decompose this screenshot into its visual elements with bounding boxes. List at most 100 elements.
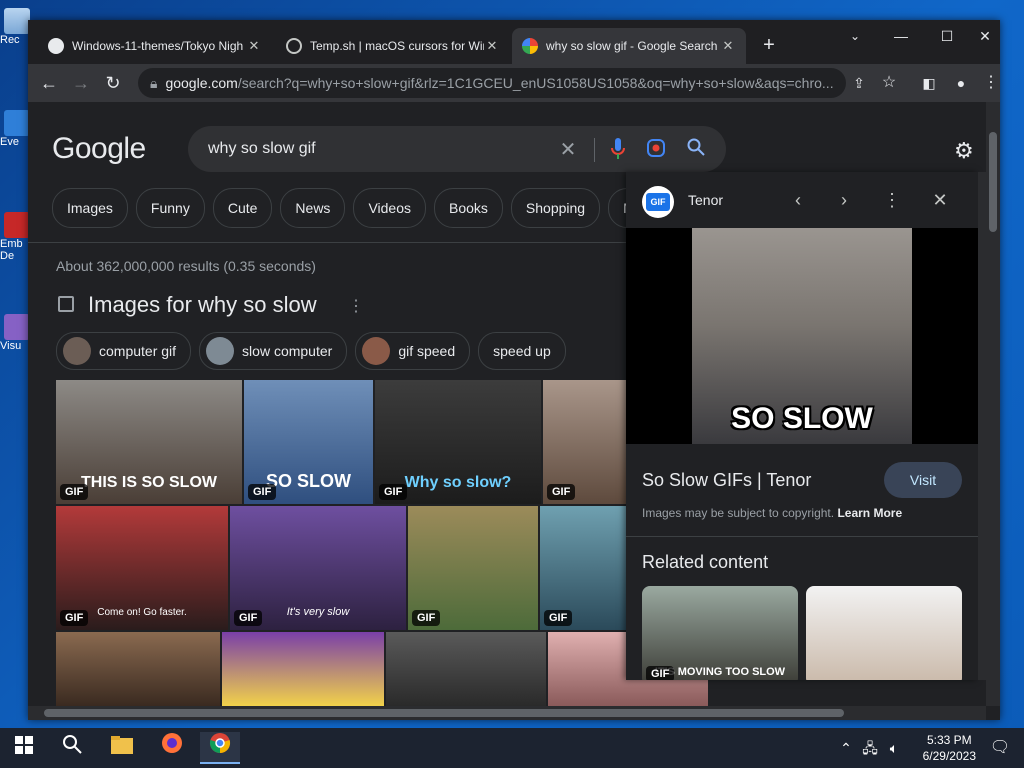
image-result[interactable]: Why so slow? GIF xyxy=(375,380,541,504)
images-section-title[interactable]: Images for why so slow xyxy=(88,292,317,318)
thumbnail xyxy=(362,337,391,365)
search-icon[interactable] xyxy=(52,732,92,764)
forward-button[interactable]: → xyxy=(68,70,94,96)
chip-cute[interactable]: Cute xyxy=(212,188,273,228)
visit-button[interactable]: Visit xyxy=(884,462,962,498)
image-result[interactable]: THIS IS SO SLOW GIF xyxy=(56,380,242,504)
close-tab-icon[interactable]: ✕ xyxy=(484,38,500,54)
reload-button[interactable]: ↻ xyxy=(100,70,126,96)
panel-divider xyxy=(626,536,978,537)
chip-funny[interactable]: Funny xyxy=(135,188,205,228)
notification-icon[interactable]: 🗨︎ xyxy=(980,732,1020,764)
result-stats: About 362,000,000 results (0.35 seconds) xyxy=(56,258,316,274)
tab-search-icon[interactable]: ⌄ xyxy=(832,20,878,52)
copyright-notice: Images may be subject to copyright. Lear… xyxy=(642,506,903,520)
google-icon xyxy=(522,38,538,54)
clock[interactable]: 5:33 PM 6/29/2023 xyxy=(923,732,976,764)
show-hidden-icons-chevron[interactable]: ⌃ xyxy=(834,732,858,764)
related-image[interactable] xyxy=(806,586,962,680)
start-button[interactable] xyxy=(4,732,44,764)
chip-images[interactable]: Images xyxy=(52,188,128,228)
embarcadero-icon xyxy=(4,212,30,238)
learn-more-link[interactable]: Learn More xyxy=(837,506,902,520)
menu-icon[interactable]: ⋮ xyxy=(978,70,1000,96)
next-icon[interactable]: › xyxy=(832,188,856,212)
more-options-icon[interactable]: ⋮ xyxy=(880,188,904,212)
settings-gear-icon[interactable]: ⚙ xyxy=(954,138,974,164)
scroll-thumb[interactable] xyxy=(44,709,844,717)
thumbnail xyxy=(63,337,91,365)
browser-toolbar: ← → ↻ 🔒︎ google.com/search?q=why+so+slow… xyxy=(28,64,1000,102)
address-bar[interactable]: 🔒︎ google.com/search?q=why+so+slow+gif&r… xyxy=(138,68,846,98)
visual-studio-icon xyxy=(4,314,30,340)
image-result[interactable]: GIF xyxy=(543,380,628,504)
image-refinement-chips: computer gif slow computer gif speed spe… xyxy=(56,332,566,370)
side-panel-icon[interactable]: ◧ xyxy=(916,70,942,96)
close-window-button[interactable]: ✕ xyxy=(970,20,1000,52)
minimize-button[interactable]: — xyxy=(878,20,924,52)
chip-shopping[interactable]: Shopping xyxy=(510,188,601,228)
chip-videos[interactable]: Videos xyxy=(353,188,426,228)
visual-studio-shortcut[interactable]: Visu xyxy=(0,314,30,352)
image-result[interactable] xyxy=(222,632,384,706)
recycle-bin-icon xyxy=(4,8,30,34)
edge-shortcut[interactable]: Eve xyxy=(0,110,30,148)
scroll-thumb[interactable] xyxy=(989,132,997,232)
preview-image[interactable]: SO SLOW xyxy=(626,228,978,444)
tab-google-search[interactable]: why so slow gif - Google Search ✕ xyxy=(512,28,746,64)
firefox-icon[interactable] xyxy=(152,732,192,764)
image-result[interactable] xyxy=(56,632,220,706)
chip-news[interactable]: News xyxy=(280,188,346,228)
preview-image-content: SO SLOW xyxy=(692,228,912,444)
lens-icon[interactable] xyxy=(644,138,668,162)
divider xyxy=(594,138,595,162)
tab-strip: Windows-11-themes/Tokyo Nigh ✕ Temp.sh |… xyxy=(28,20,1000,64)
panel-source[interactable]: Tenor xyxy=(688,192,723,208)
tab-github[interactable]: Windows-11-themes/Tokyo Nigh ✕ xyxy=(38,28,272,64)
image-result[interactable]: Come on! Go faster. GIF xyxy=(56,506,228,630)
panel-title[interactable]: So Slow GIFs | Tenor xyxy=(642,470,811,491)
profile-icon[interactable]: ● xyxy=(948,70,974,96)
new-tab-button[interactable]: + xyxy=(756,32,782,58)
previous-icon[interactable]: ‹ xyxy=(786,188,810,212)
image-result[interactable]: SO SLOW GIF xyxy=(244,380,373,504)
related-image[interactable]: IT'S MOVING TOO SLOW GIF xyxy=(642,586,798,680)
lock-icon: 🔒︎ xyxy=(150,74,158,91)
more-options-icon[interactable]: ⋮ xyxy=(348,296,364,316)
panel-scrollbar[interactable] xyxy=(978,172,986,680)
refine-speed-up[interactable]: speed up xyxy=(478,332,566,370)
refine-gif-speed[interactable]: gif speed xyxy=(355,332,471,370)
refine-slow-computer[interactable]: slow computer xyxy=(199,332,348,370)
vertical-scrollbar[interactable] xyxy=(986,102,1000,706)
image-result[interactable]: GIF xyxy=(408,506,538,630)
image-result[interactable]: It's very slow GIF xyxy=(230,506,406,630)
search-input[interactable]: why so slow gif ✕ xyxy=(188,126,726,172)
mic-icon[interactable] xyxy=(606,138,630,162)
refine-computer-gif[interactable]: computer gif xyxy=(56,332,192,370)
embarcadero-shortcut[interactable]: Emb De xyxy=(0,212,30,262)
close-panel-icon[interactable]: ✕ xyxy=(928,188,952,212)
search-icon[interactable] xyxy=(684,138,708,162)
network-icon[interactable]: 🖧︎ xyxy=(858,732,882,764)
tenor-logo-icon: GIF xyxy=(642,186,674,218)
clear-icon[interactable]: ✕ xyxy=(556,138,580,162)
image-icon xyxy=(58,296,74,312)
image-result[interactable] xyxy=(386,632,546,706)
page-content: Google why so slow gif ✕ ⚙ Images Funny … xyxy=(28,102,986,706)
edge-icon xyxy=(4,110,30,136)
chrome-icon[interactable] xyxy=(200,732,240,764)
close-tab-icon[interactable]: ✕ xyxy=(720,38,736,54)
back-button[interactable]: ← xyxy=(36,70,62,96)
chip-books[interactable]: Books xyxy=(434,188,503,228)
google-logo[interactable]: Google xyxy=(52,132,146,166)
recycle-bin-shortcut[interactable]: Rec xyxy=(0,8,30,46)
image-result[interactable]: GIF xyxy=(540,506,628,630)
bookmark-star-icon[interactable]: ☆ xyxy=(876,70,902,96)
maximize-button[interactable]: ☐ xyxy=(924,20,970,52)
tab-temp-sh[interactable]: Temp.sh | macOS cursors for Win ✕ xyxy=(276,28,510,64)
volume-icon[interactable]: 🔈︎ xyxy=(882,732,906,764)
close-tab-icon[interactable]: ✕ xyxy=(246,38,262,54)
file-explorer-icon[interactable] xyxy=(102,732,142,764)
share-icon[interactable]: ⇪ xyxy=(846,70,872,96)
horizontal-scrollbar[interactable] xyxy=(28,706,986,720)
